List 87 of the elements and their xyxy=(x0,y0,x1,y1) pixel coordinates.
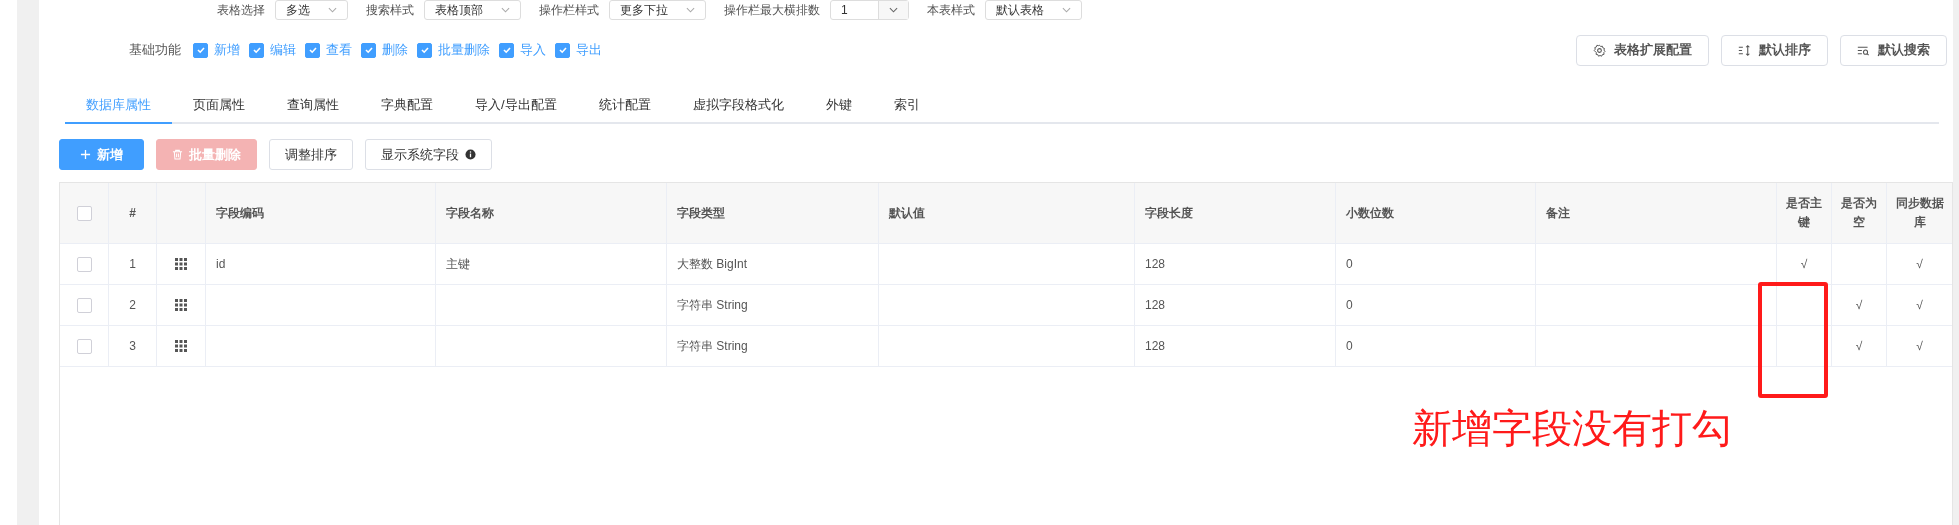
column-header: 字段名称 xyxy=(446,204,494,222)
tab[interactable]: 虚拟字段格式化 xyxy=(671,92,805,122)
action-button[interactable]: 显示系统字段 xyxy=(365,139,492,170)
column-header: 小数位数 xyxy=(1346,204,1394,222)
table-cell: √ xyxy=(1916,257,1923,271)
setting-label: 本表样式 xyxy=(926,1,975,19)
checkbox[interactable] xyxy=(555,42,570,58)
setting-label: 操作栏最大横排数 xyxy=(724,1,820,19)
column-header: 备注 xyxy=(1546,204,1570,222)
column-header: 字段编码 xyxy=(216,204,264,222)
table-cell: 128 xyxy=(1145,257,1166,271)
table-cell: 主键 xyxy=(446,255,470,273)
checkbox[interactable] xyxy=(499,42,514,58)
table-cell: 字符串 String xyxy=(677,296,748,314)
table-cell: 字符串 String xyxy=(677,337,748,355)
select-field[interactable]: 默认表格 xyxy=(984,0,1082,20)
tab[interactable]: 导入/导出配置 xyxy=(454,92,578,122)
table-cell: √ xyxy=(1916,339,1923,353)
tab[interactable]: 索引 xyxy=(872,92,941,122)
row-checkbox[interactable] xyxy=(76,297,92,313)
table-cell: √ xyxy=(1855,298,1863,312)
row-number: 2 xyxy=(129,298,136,312)
drag-handle-icon[interactable] xyxy=(175,299,187,311)
config-button[interactable]: 默认排序 xyxy=(1721,34,1828,66)
checkbox[interactable] xyxy=(193,42,208,58)
drag-handle-icon[interactable] xyxy=(175,258,187,270)
trash-icon xyxy=(172,149,183,160)
column-header: 同步数据库 xyxy=(1894,194,1945,231)
table-cell: 0 xyxy=(1346,257,1353,271)
column-header: 默认值 xyxy=(889,204,925,222)
setting-label: 搜索样式 xyxy=(366,1,414,19)
checkbox[interactable] xyxy=(305,42,320,58)
select-field[interactable]: 更多下拉 xyxy=(609,0,706,20)
chevron-icon xyxy=(686,7,695,13)
column-header: 是否为空 xyxy=(1840,194,1878,231)
checkbox[interactable] xyxy=(417,42,432,58)
select-field[interactable]: 多选 xyxy=(275,0,348,20)
number-field[interactable]: 1 xyxy=(830,0,909,20)
setting-label: 表格选择 xyxy=(217,1,265,19)
drag-handle-icon[interactable] xyxy=(175,340,187,352)
tab[interactable]: 页面属性 xyxy=(172,92,266,122)
column-header: 字段类型 xyxy=(677,204,725,222)
select-field[interactable]: 表格顶部 xyxy=(424,0,521,20)
column-header: 是否主键 xyxy=(1785,194,1823,231)
basic-functions-label: 基础功能 xyxy=(129,41,181,59)
config-button[interactable]: 表格扩展配置 xyxy=(1576,34,1709,66)
chevron-icon xyxy=(888,7,898,13)
row-number: 3 xyxy=(129,339,136,353)
sort-icon xyxy=(1738,43,1751,57)
plus-icon xyxy=(80,149,91,160)
check-icon xyxy=(557,45,568,55)
setting-label: 操作栏样式 xyxy=(539,1,599,19)
check-icon xyxy=(195,45,206,55)
table-cell: 128 xyxy=(1145,339,1166,353)
tab[interactable]: 字典配置 xyxy=(360,92,454,122)
check-icon xyxy=(307,45,318,55)
column-header: # xyxy=(129,206,136,220)
tab[interactable]: 外键 xyxy=(804,92,873,122)
chevron-icon xyxy=(1061,7,1071,13)
table-cell: √ xyxy=(1916,298,1923,312)
table-cell: 0 xyxy=(1346,298,1353,312)
column-header: 字段长度 xyxy=(1145,204,1193,222)
table-cell: √ xyxy=(1855,339,1863,353)
row-checkbox[interactable] xyxy=(76,338,92,354)
select-all-checkbox[interactable] xyxy=(76,205,92,221)
check-icon xyxy=(501,45,512,55)
checkbox[interactable] xyxy=(249,42,264,58)
row-checkbox[interactable] xyxy=(76,256,92,272)
table-cell: 128 xyxy=(1145,298,1166,312)
chevron-icon xyxy=(501,7,510,13)
row-number: 1 xyxy=(129,257,136,271)
table-cell: 大整数 BigInt xyxy=(677,255,748,273)
check-icon xyxy=(363,45,374,55)
chevron-icon xyxy=(328,7,337,13)
action-button[interactable]: 调整排序 xyxy=(269,139,353,170)
table-cell: 0 xyxy=(1346,339,1353,353)
config-button[interactable]: 默认搜索 xyxy=(1840,34,1947,66)
table-cell: id xyxy=(216,257,226,271)
tab[interactable]: 统计配置 xyxy=(577,92,672,122)
table-cell: √ xyxy=(1800,257,1808,271)
info-icon xyxy=(465,149,476,160)
settings-icon xyxy=(1593,43,1606,57)
check-icon xyxy=(419,45,430,55)
annotation-text: 新增字段没有打勾 xyxy=(1412,405,1732,452)
checkbox[interactable] xyxy=(361,42,376,58)
tab[interactable]: 查询属性 xyxy=(266,92,360,122)
check-icon xyxy=(251,45,262,55)
